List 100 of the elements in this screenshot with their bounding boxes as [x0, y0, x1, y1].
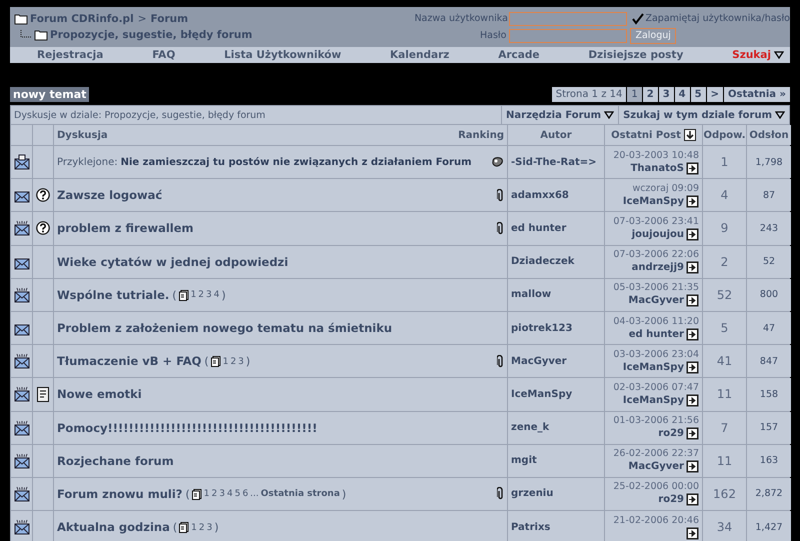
go-to-post-icon[interactable] — [686, 162, 699, 175]
last-page-link[interactable]: Ostatnia strona — [260, 489, 340, 500]
go-to-post-icon[interactable] — [686, 194, 699, 208]
breadcrumb-link[interactable]: Forum CDRinfo.pl — [30, 13, 134, 25]
go-to-post-icon[interactable] — [686, 493, 699, 506]
nav-link[interactable]: Dzisiejsze posty — [588, 49, 684, 61]
last-poster-link[interactable]: andrzejj9 — [632, 262, 684, 274]
go-to-post-icon[interactable] — [686, 360, 699, 374]
topic-link[interactable]: Tłumaczenie vB + FAQ — [57, 354, 202, 368]
topic-link[interactable]: Forum znowu muli? — [57, 486, 182, 501]
nav-link[interactable]: Rejestracja — [37, 49, 104, 61]
column-header[interactable]: Odpow. — [703, 130, 746, 140]
topic-link[interactable]: Wieke cytatów w jednej odpowiedzi — [57, 254, 288, 269]
author-link[interactable]: MacGyver — [511, 356, 567, 367]
column-header[interactable]: Autor — [540, 130, 572, 140]
page-link[interactable]: 4 — [674, 87, 690, 102]
go-to-post-icon[interactable] — [686, 427, 699, 440]
author-link[interactable]: -Sid-The-Rat=> — [511, 156, 596, 168]
page-link[interactable]: 2 — [212, 489, 218, 500]
nav-link[interactable]: Szukaj — [732, 49, 784, 61]
author-link[interactable]: IceManSpy — [511, 388, 572, 400]
go-to-post-icon[interactable] — [686, 228, 699, 241]
page-link[interactable]: 1 — [222, 356, 228, 367]
login-button[interactable]: Zaloguj — [630, 28, 676, 44]
go-to-post-icon[interactable] — [686, 460, 699, 474]
reply-count[interactable]: 162 — [713, 486, 736, 501]
last-poster-link[interactable]: ro29 — [658, 428, 684, 440]
sort-arrow-icon[interactable] — [684, 129, 696, 141]
author-link[interactable]: zene_k — [511, 422, 550, 434]
last-poster-link[interactable]: ed hunter — [628, 328, 684, 340]
next-page-link[interactable]: > — [706, 87, 723, 102]
reply-count[interactable]: 41 — [716, 354, 732, 368]
reply-count[interactable]: 5 — [720, 321, 728, 336]
username-field[interactable] — [509, 12, 628, 26]
author-link[interactable]: adamxx68 — [511, 190, 569, 201]
remember-checkbox[interactable]: Zapamiętaj użytkownika/hasło — [632, 12, 790, 24]
last-poster-link[interactable]: ro29 — [658, 494, 684, 506]
topic-link[interactable]: Zawsze logować — [57, 188, 162, 202]
breadcrumb-link[interactable]: Forum — [150, 13, 188, 25]
column-header[interactable]: Dyskusja — [57, 130, 108, 140]
page-link[interactable]: 5 — [690, 87, 706, 102]
page-link[interactable]: 3 — [238, 356, 244, 367]
reply-count[interactable]: 4 — [720, 188, 728, 202]
go-to-post-icon[interactable] — [686, 328, 699, 341]
page-link[interactable]: 4 — [214, 290, 220, 300]
topic-link[interactable]: problem z firewallem — [57, 221, 194, 236]
reply-count[interactable]: 7 — [720, 420, 728, 435]
author-link[interactable]: mallow — [511, 289, 552, 300]
password-field[interactable] — [509, 28, 628, 42]
author-link[interactable]: piotrek123 — [511, 322, 572, 334]
nav-link[interactable]: Arcade — [498, 49, 540, 61]
last-page-link[interactable]: Ostatnia » — [724, 87, 790, 102]
page-link[interactable]: 3 — [206, 290, 212, 300]
reply-count[interactable]: 34 — [716, 520, 732, 534]
nav-link[interactable]: Lista Użytkowników — [224, 49, 342, 61]
last-poster-link[interactable]: joujoujou — [632, 228, 684, 240]
author-link[interactable]: grzeniu — [511, 488, 554, 500]
page-link[interactable]: 4 — [226, 489, 233, 500]
last-poster-link[interactable]: ThanatoS — [630, 162, 684, 174]
author-link[interactable]: Dziadeczek — [511, 256, 574, 268]
reply-count[interactable]: 1 — [720, 155, 728, 170]
column-header[interactable]: Ranking — [458, 130, 504, 140]
page-link[interactable]: 2 — [198, 290, 204, 300]
page-link[interactable]: 3 — [206, 522, 212, 533]
new-topic-button[interactable]: nowy temat — [10, 87, 90, 102]
topic-link[interactable]: Nie zamieszczaj tu postów nie związanych z działaniem Forum — [120, 156, 472, 168]
last-poster-link[interactable]: IceManSpy — [622, 196, 684, 207]
topic-link[interactable]: Aktualna godzina — [57, 520, 170, 534]
nav-link[interactable]: FAQ — [152, 49, 176, 61]
page-link[interactable]: 2 — [230, 356, 236, 367]
page-link[interactable]: 1 — [204, 489, 210, 500]
page-link[interactable]: 3 — [219, 489, 225, 500]
reply-count[interactable]: 2 — [720, 254, 728, 269]
menu-dropdown[interactable]: Narzędzia Forum — [501, 106, 618, 124]
author-link[interactable]: Patrixs — [511, 522, 550, 533]
go-to-post-icon[interactable] — [686, 526, 699, 540]
topic-link[interactable]: Nowe emotki — [57, 387, 142, 402]
nav-link[interactable]: Kalendarz — [390, 49, 450, 61]
go-to-post-icon[interactable] — [686, 394, 699, 407]
last-poster-link[interactable]: MacGyver — [628, 461, 684, 472]
reply-count[interactable]: 9 — [720, 221, 728, 236]
page-link[interactable]: 3 — [658, 87, 674, 102]
topic-link[interactable]: Problem z założeniem nowego tematu na śmietniku — [57, 321, 392, 336]
topic-link[interactable]: Wspólne tutriale. — [57, 288, 170, 302]
page-link[interactable]: 1 — [190, 290, 196, 300]
page-link[interactable]: 1 — [627, 87, 642, 102]
menu-dropdown[interactable]: Szukaj w tym dziale forum — [618, 106, 789, 124]
topic-link[interactable]: Pomocy!!!!!!!!!!!!!!!!!!!!!!!!!!!!!!!!!!!!!!!! — [57, 420, 318, 435]
author-link[interactable]: ed hunter — [511, 222, 566, 234]
reply-count[interactable]: 11 — [716, 454, 732, 468]
page-link[interactable]: 2 — [642, 87, 658, 102]
go-to-post-icon[interactable] — [686, 261, 699, 274]
page-link[interactable]: 2 — [198, 522, 205, 533]
go-to-post-icon[interactable] — [686, 294, 699, 308]
reply-count[interactable]: 11 — [716, 387, 732, 402]
column-header[interactable]: Odsłon — [749, 130, 789, 140]
reply-count[interactable]: 52 — [716, 288, 732, 302]
last-poster-link[interactable]: IceManSpy — [622, 362, 684, 373]
author-link[interactable]: mgit — [511, 455, 537, 466]
last-poster-link[interactable]: IceManSpy — [622, 394, 684, 406]
